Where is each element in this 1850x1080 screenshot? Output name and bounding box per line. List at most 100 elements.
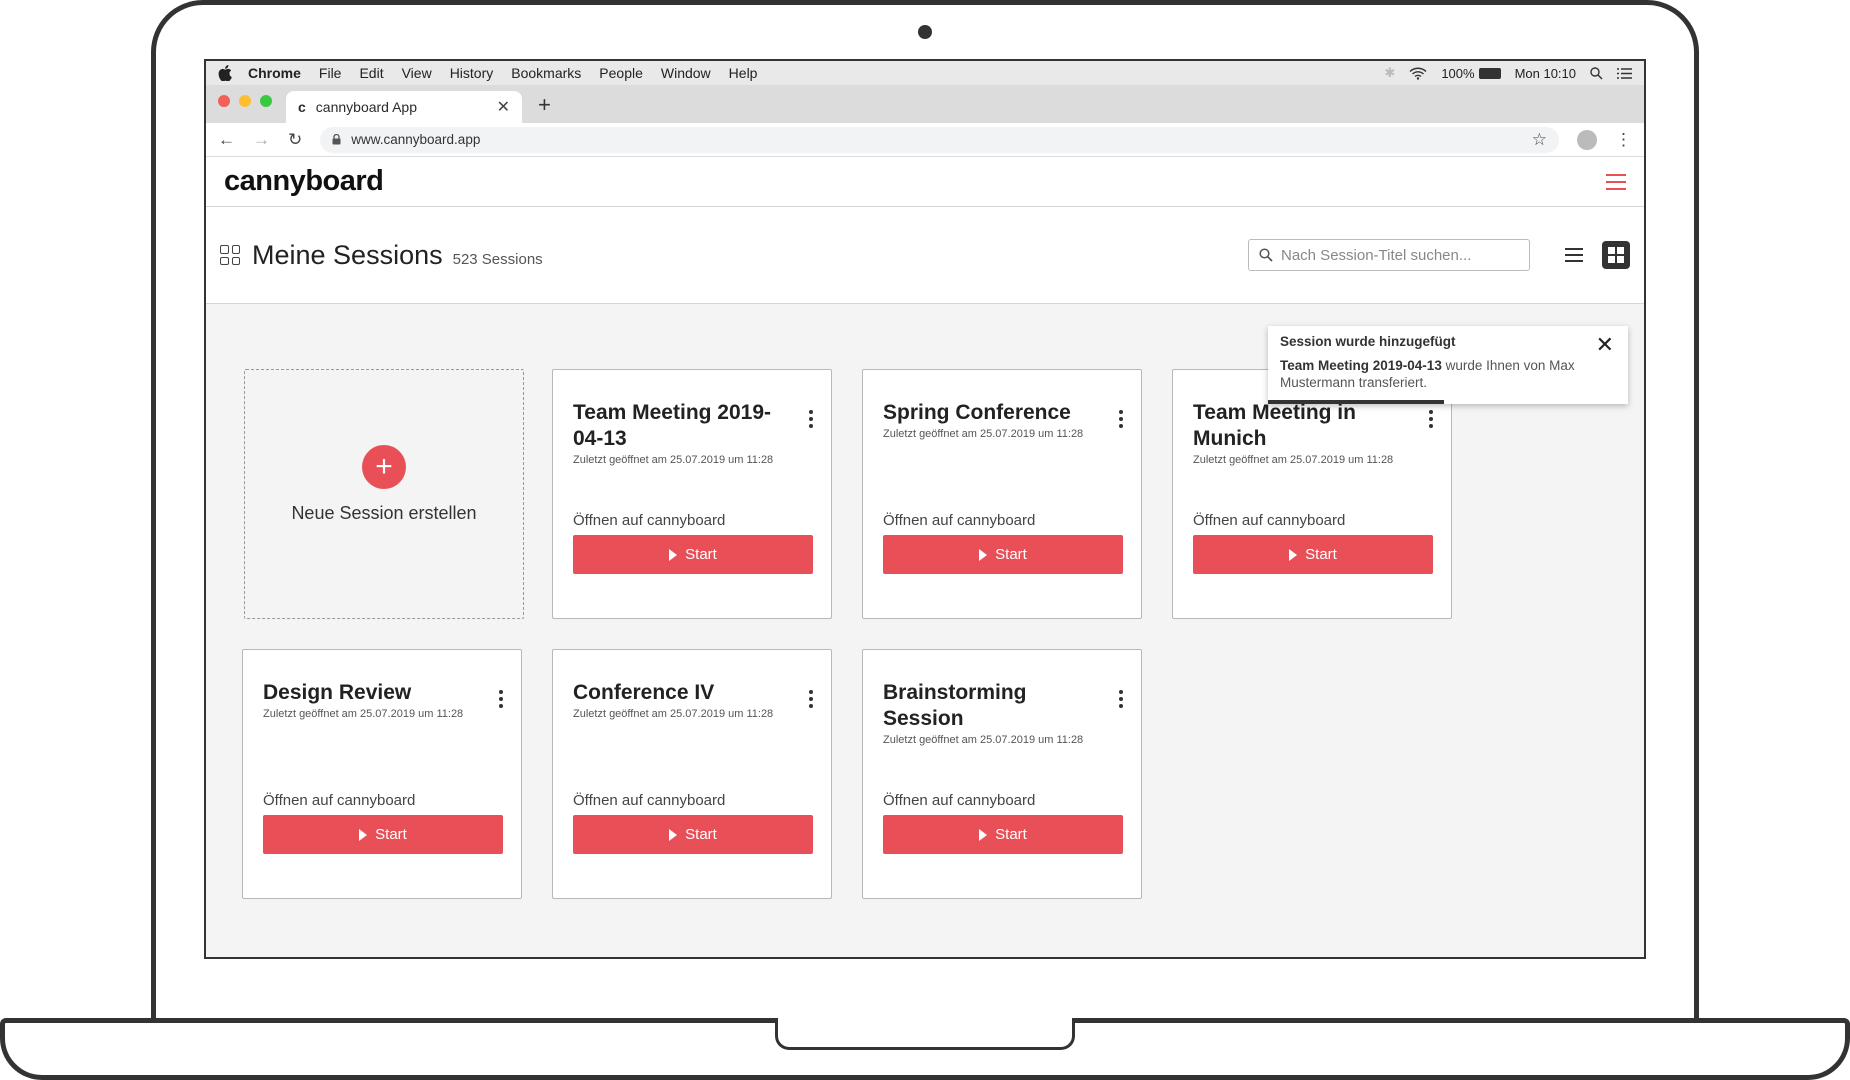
bookmark-star-icon[interactable]: ☆ — [1532, 130, 1547, 150]
forward-icon[interactable]: → — [253, 130, 270, 150]
session-card[interactable]: Brainstorming Session Zuletzt geöffnet a… — [862, 649, 1142, 899]
session-title[interactable]: Spring Conference — [883, 400, 1088, 426]
notification-center-icon[interactable] — [1617, 67, 1632, 79]
play-icon — [1289, 548, 1298, 561]
reload-icon[interactable]: ↻ — [288, 130, 302, 150]
search-placeholder: Nach Session-Titel suchen... — [1281, 246, 1472, 264]
toast-title: Session wurde hinzugefügt — [1280, 334, 1456, 349]
grid-view-button[interactable] — [1602, 241, 1630, 269]
screen: Chrome File Edit View History Bookmarks … — [204, 59, 1646, 959]
more-options-icon[interactable] — [809, 690, 813, 708]
status-area: ✱ 100% Mon 10:10 — [1384, 65, 1632, 81]
list-view-icon — [1565, 248, 1583, 262]
menu-app-name[interactable]: Chrome — [248, 65, 301, 81]
laptop-notch — [775, 1018, 1075, 1050]
session-card[interactable]: Team Meeting in Munich Zuletzt geöffnet … — [1172, 369, 1452, 619]
favicon-icon: c — [298, 99, 306, 115]
window-controls — [218, 95, 272, 107]
play-icon — [979, 828, 988, 841]
toast-progress-bar — [1268, 400, 1445, 404]
session-meta: Zuletzt geöffnet am 25.07.2019 um 11:28 — [573, 708, 774, 720]
apple-icon[interactable] — [218, 65, 232, 81]
menu-people[interactable]: People — [599, 65, 643, 81]
menu-history[interactable]: History — [450, 65, 494, 81]
start-label: Start — [995, 826, 1027, 843]
session-meta: Zuletzt geöffnet am 25.07.2019 um 11:28 — [1193, 454, 1394, 466]
start-button[interactable]: Start — [1193, 535, 1433, 574]
session-meta: Zuletzt geöffnet am 25.07.2019 um 11:28 — [263, 708, 464, 720]
more-options-icon[interactable] — [1119, 410, 1123, 428]
mac-menubar: Chrome File Edit View History Bookmarks … — [206, 61, 1644, 85]
session-card[interactable]: Team Meeting 2019-04-13 Zuletzt geöffnet… — [552, 369, 832, 619]
menu-window[interactable]: Window — [661, 65, 711, 81]
session-title[interactable]: Conference IV — [573, 680, 778, 706]
start-button[interactable]: Start — [883, 815, 1123, 854]
wifi-icon[interactable] — [1409, 67, 1427, 80]
url-field[interactable]: www.cannyboard.app ☆ — [320, 126, 1559, 153]
browser-menu-icon[interactable]: ⋮ — [1615, 130, 1632, 150]
start-label: Start — [1305, 546, 1337, 563]
play-icon — [359, 828, 368, 841]
menu-bookmarks[interactable]: Bookmarks — [511, 65, 581, 81]
laptop-mockup: Chrome File Edit View History Bookmarks … — [0, 0, 1850, 1080]
open-label: Öffnen auf cannyboard — [573, 512, 726, 529]
plus-icon[interactable]: + — [362, 444, 406, 489]
list-view-button[interactable] — [1560, 241, 1588, 269]
session-card[interactable]: Conference IV Zuletzt geöffnet am 25.07.… — [552, 649, 832, 899]
session-card[interactable]: Spring Conference Zuletzt geöffnet am 25… — [862, 369, 1142, 619]
hamburger-menu-icon[interactable] — [1606, 173, 1626, 190]
open-label: Öffnen auf cannyboard — [1193, 512, 1346, 529]
profile-avatar-icon[interactable] — [1577, 129, 1597, 150]
more-options-icon[interactable] — [1119, 690, 1123, 708]
start-label: Start — [995, 546, 1027, 563]
start-button[interactable]: Start — [573, 535, 813, 574]
back-icon[interactable]: ← — [218, 130, 235, 150]
start-button[interactable]: Start — [573, 815, 813, 854]
more-options-icon[interactable] — [809, 410, 813, 428]
browser-tabstrip: c cannyboard App ✕ + — [206, 85, 1644, 123]
start-button[interactable]: Start — [263, 815, 503, 854]
browser-tab[interactable]: c cannyboard App ✕ — [286, 91, 522, 123]
toast-session-name: Team Meeting 2019-04-13 — [1280, 358, 1442, 373]
play-icon — [979, 548, 988, 561]
maximize-window-icon[interactable] — [260, 95, 272, 107]
tab-title: cannyboard App — [315, 99, 417, 115]
battery-icon[interactable] — [1478, 67, 1501, 79]
menu-help[interactable]: Help — [729, 65, 758, 81]
menu-file[interactable]: File — [319, 65, 342, 81]
session-card[interactable]: Design Review Zuletzt geöffnet am 25.07.… — [242, 649, 522, 899]
more-options-icon[interactable] — [1429, 410, 1433, 428]
menu-edit[interactable]: Edit — [359, 65, 383, 81]
sessions-grid-icon — [220, 245, 240, 265]
bluetooth-icon[interactable]: ✱ — [1384, 65, 1395, 81]
battery-percent: 100% — [1441, 65, 1475, 81]
new-session-card[interactable]: + Neue Session erstellen — [244, 369, 524, 619]
new-tab-icon[interactable]: + — [538, 92, 551, 118]
session-title[interactable]: Brainstorming Session — [883, 680, 1088, 732]
start-label: Start — [685, 826, 717, 843]
close-window-icon[interactable] — [218, 95, 230, 107]
spotlight-icon[interactable] — [1590, 66, 1603, 80]
cannyboard-logo[interactable]: cannyboard — [224, 165, 384, 198]
new-session-label: Neue Session erstellen — [291, 502, 477, 523]
page-header: Meine Sessions 523 Sessions Nach Session… — [206, 207, 1644, 304]
page-title: Meine Sessions — [252, 239, 443, 270]
open-label: Öffnen auf cannyboard — [263, 792, 416, 809]
start-button[interactable]: Start — [883, 535, 1123, 574]
clock[interactable]: Mon 10:10 — [1515, 66, 1576, 81]
open-label: Öffnen auf cannyboard — [883, 512, 1036, 529]
session-meta: Zuletzt geöffnet am 25.07.2019 um 11:28 — [573, 454, 774, 466]
open-label: Öffnen auf cannyboard — [573, 792, 726, 809]
more-options-icon[interactable] — [499, 690, 503, 708]
minimize-window-icon[interactable] — [239, 95, 251, 107]
start-label: Start — [685, 546, 717, 563]
session-title[interactable]: Team Meeting in Munich — [1193, 400, 1398, 452]
toast-message: Team Meeting 2019-04-13 wurde Ihnen von … — [1280, 357, 1616, 391]
session-title[interactable]: Team Meeting 2019-04-13 — [573, 400, 778, 452]
search-input[interactable]: Nach Session-Titel suchen... — [1248, 239, 1530, 271]
close-toast-icon[interactable]: ✕ — [1596, 332, 1614, 358]
start-label: Start — [375, 826, 407, 843]
session-title[interactable]: Design Review — [263, 680, 468, 706]
close-tab-icon[interactable]: ✕ — [497, 97, 510, 117]
menu-view[interactable]: View — [402, 65, 432, 81]
